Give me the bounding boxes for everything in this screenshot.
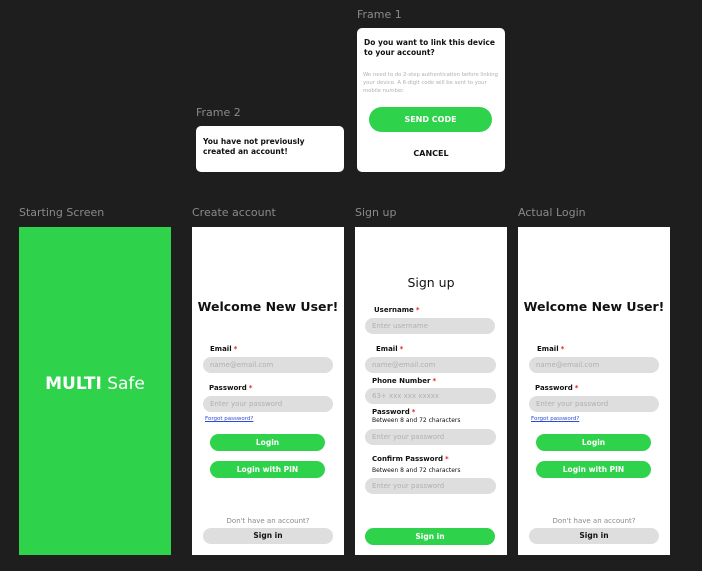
password-input[interactable]: Enter your password [203, 396, 333, 412]
confirm-password-label: Confirm Password * [372, 455, 449, 463]
brand-bold-text: MULTI [45, 374, 102, 394]
login-with-pin-button[interactable]: Login with PIN [210, 461, 325, 478]
password-hint: Between 8 and 72 characters [372, 417, 461, 424]
login-pin-button[interactable]: Login with PIN [536, 461, 651, 478]
sign-in-button[interactable]: Sign in [203, 528, 333, 544]
login-sign-in-button[interactable]: Sign in [529, 528, 659, 544]
login-submit-button[interactable]: Login [536, 434, 651, 451]
username-label: Username * [374, 306, 420, 314]
create-account-label: Create account [192, 206, 276, 219]
create-account-screen: Welcome New User! Email * name@email.com … [192, 227, 344, 555]
login-email-label: Email * [537, 345, 565, 353]
welcome-title: Welcome New User! [197, 299, 339, 314]
send-code-button[interactable]: SEND CODE [369, 107, 492, 132]
starting-screen-label: Starting Screen [19, 206, 105, 219]
signup-password-input[interactable]: Enter your password [365, 429, 496, 445]
signup-email-input[interactable]: name@email.com [365, 357, 496, 373]
dialog-description: We need to do 2-step authentication befo… [363, 72, 498, 94]
signup-email-label: Email * [376, 345, 404, 353]
dialog-title: Do you want to link this device to your … [364, 38, 495, 57]
actual-login-label: Actual Login [518, 206, 586, 219]
login-email-input[interactable]: name@email.com [529, 357, 659, 373]
brand-logo: MULTI Safe [19, 374, 171, 394]
signup-title: Sign up [407, 275, 455, 290]
login-password-input[interactable]: Enter your password [529, 396, 659, 412]
login-no-account-text: Don't have an account? [552, 517, 636, 525]
no-account-text: Don't have an account? [226, 517, 310, 525]
signup-screen: Sign up Username * Enter username Email * … [355, 227, 507, 555]
forgot-password-link[interactable]: Forgot password? [205, 416, 253, 422]
email-input[interactable]: name@email.com [203, 357, 333, 373]
signup-password-label: Password * [372, 408, 416, 416]
phone-label: Phone Number * [372, 377, 437, 385]
login-button[interactable]: Login [210, 434, 325, 451]
login-password-label: Password * [535, 384, 579, 392]
frame-2-label: Frame 2 [196, 106, 241, 119]
login-welcome-title: Welcome New User! [523, 299, 665, 314]
cancel-button[interactable]: CANCEL [357, 149, 505, 158]
signup-label: Sign up [355, 206, 397, 219]
link-device-dialog: Do you want to link this device to your … [357, 28, 505, 172]
confirm-password-input[interactable]: Enter your password [365, 478, 496, 494]
no-account-message: You have not previously created an accou… [203, 137, 305, 156]
frame-1-label: Frame 1 [357, 8, 402, 21]
brand-light-text: Safe [107, 374, 145, 394]
confirm-password-hint: Between 8 and 72 characters [372, 467, 461, 474]
login-forgot-password-link[interactable]: Forgot password? [531, 416, 579, 422]
starting-screen: MULTI Safe [19, 227, 171, 555]
username-input[interactable]: Enter username [365, 318, 495, 334]
signup-sign-in-button[interactable]: Sign in [365, 528, 495, 545]
password-label: Password * [209, 384, 253, 392]
phone-input[interactable]: 63+ xxx xxx xxxxx [365, 388, 496, 404]
actual-login-screen: Welcome New User! Email * name@email.com … [518, 227, 670, 555]
no-account-message-card: You have not previously created an accou… [196, 126, 344, 172]
email-label: Email * [210, 345, 238, 353]
